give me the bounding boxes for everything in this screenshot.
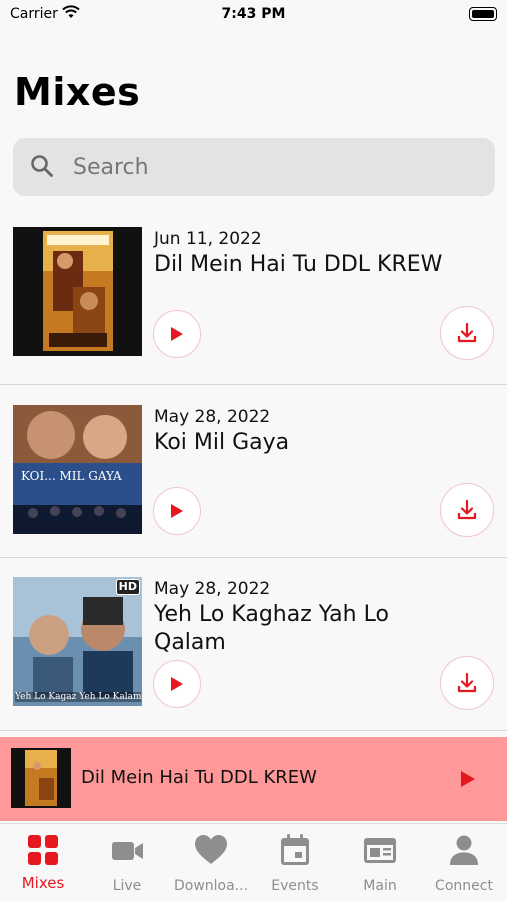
download-button[interactable] xyxy=(440,306,494,360)
mix-date: May 28, 2022 xyxy=(154,407,271,427)
play-button[interactable] xyxy=(153,660,201,708)
tab-live[interactable]: Live xyxy=(85,832,169,898)
tab-main[interactable]: Main xyxy=(338,832,422,898)
mix-thumbnail: KOI... MIL GAYA xyxy=(13,405,142,534)
play-icon xyxy=(171,677,183,691)
tab-label: Live xyxy=(112,878,142,894)
person-icon xyxy=(450,835,478,865)
poster-text: KOI... MIL GAYA xyxy=(21,469,122,483)
play-button[interactable] xyxy=(153,487,201,535)
search-bar[interactable] xyxy=(13,138,495,196)
download-icon xyxy=(457,672,477,693)
tab-connect[interactable]: Connect xyxy=(422,832,506,898)
calendar-icon xyxy=(281,834,309,865)
mix-title: Koi Mil Gaya xyxy=(154,430,290,455)
mix-title: Dil Mein Hai Tu DDL KREW xyxy=(154,252,443,277)
play-icon xyxy=(171,504,183,518)
mix-thumbnail xyxy=(13,227,142,356)
download-button[interactable] xyxy=(440,656,494,710)
heart-icon xyxy=(195,835,227,864)
play-button[interactable] xyxy=(153,310,201,358)
tab-events[interactable]: Events xyxy=(253,832,337,898)
video-camera-icon xyxy=(112,842,143,860)
tab-mixes[interactable]: Mixes xyxy=(1,832,85,898)
download-icon xyxy=(457,322,477,343)
play-icon xyxy=(171,327,183,341)
mix-title: Yeh Lo Kaghaz Yah Lo Qalam xyxy=(154,602,389,655)
status-bar: Carrier 7:43 PM xyxy=(0,0,507,30)
tab-downloads[interactable]: Downloa... xyxy=(169,832,253,898)
hd-badge: HD xyxy=(115,579,140,595)
mix-date: Jun 11, 2022 xyxy=(154,229,262,249)
download-button[interactable] xyxy=(440,483,494,537)
mix-thumbnail: HD Yeh Lo Kagaz Yeh Lo Kalam... xyxy=(13,577,142,706)
mix-date: May 28, 2022 xyxy=(154,579,271,599)
tab-label: Main xyxy=(363,878,397,894)
list-item[interactable]: HD Yeh Lo Kagaz Yeh Lo Kalam... May 28, … xyxy=(0,558,507,731)
mini-player[interactable]: Dil Mein Hai Tu DDL KREW xyxy=(0,737,507,821)
search-icon xyxy=(30,154,54,182)
list-item[interactable]: Jun 11, 2022 Dil Mein Hai Tu DDL KREW xyxy=(0,212,507,385)
list-item[interactable]: KOI... MIL GAYA May 28, 2022 Koi Mil Gay… xyxy=(0,385,507,558)
play-icon xyxy=(461,771,475,787)
status-time: 7:43 PM xyxy=(221,6,286,22)
tab-bar: Mixes Live Downloa... Events Main Connec… xyxy=(0,823,507,901)
mini-player-play-button[interactable] xyxy=(455,766,481,792)
browser-window-icon xyxy=(364,838,396,863)
battery-icon xyxy=(469,7,497,21)
mini-player-thumbnail xyxy=(11,748,71,808)
page-title: Mixes xyxy=(14,70,141,114)
search-input[interactable] xyxy=(71,146,475,188)
tab-label: Downloa... xyxy=(173,878,249,894)
tab-label: Connect xyxy=(435,878,493,894)
grid-icon xyxy=(28,835,58,865)
download-icon xyxy=(457,499,477,520)
mini-player-title: Dil Mein Hai Tu DDL KREW xyxy=(81,767,317,788)
tab-label: Events xyxy=(271,878,319,894)
tab-label: Mixes xyxy=(21,874,65,892)
poster-caption: Yeh Lo Kagaz Yeh Lo Kalam... xyxy=(15,692,141,702)
